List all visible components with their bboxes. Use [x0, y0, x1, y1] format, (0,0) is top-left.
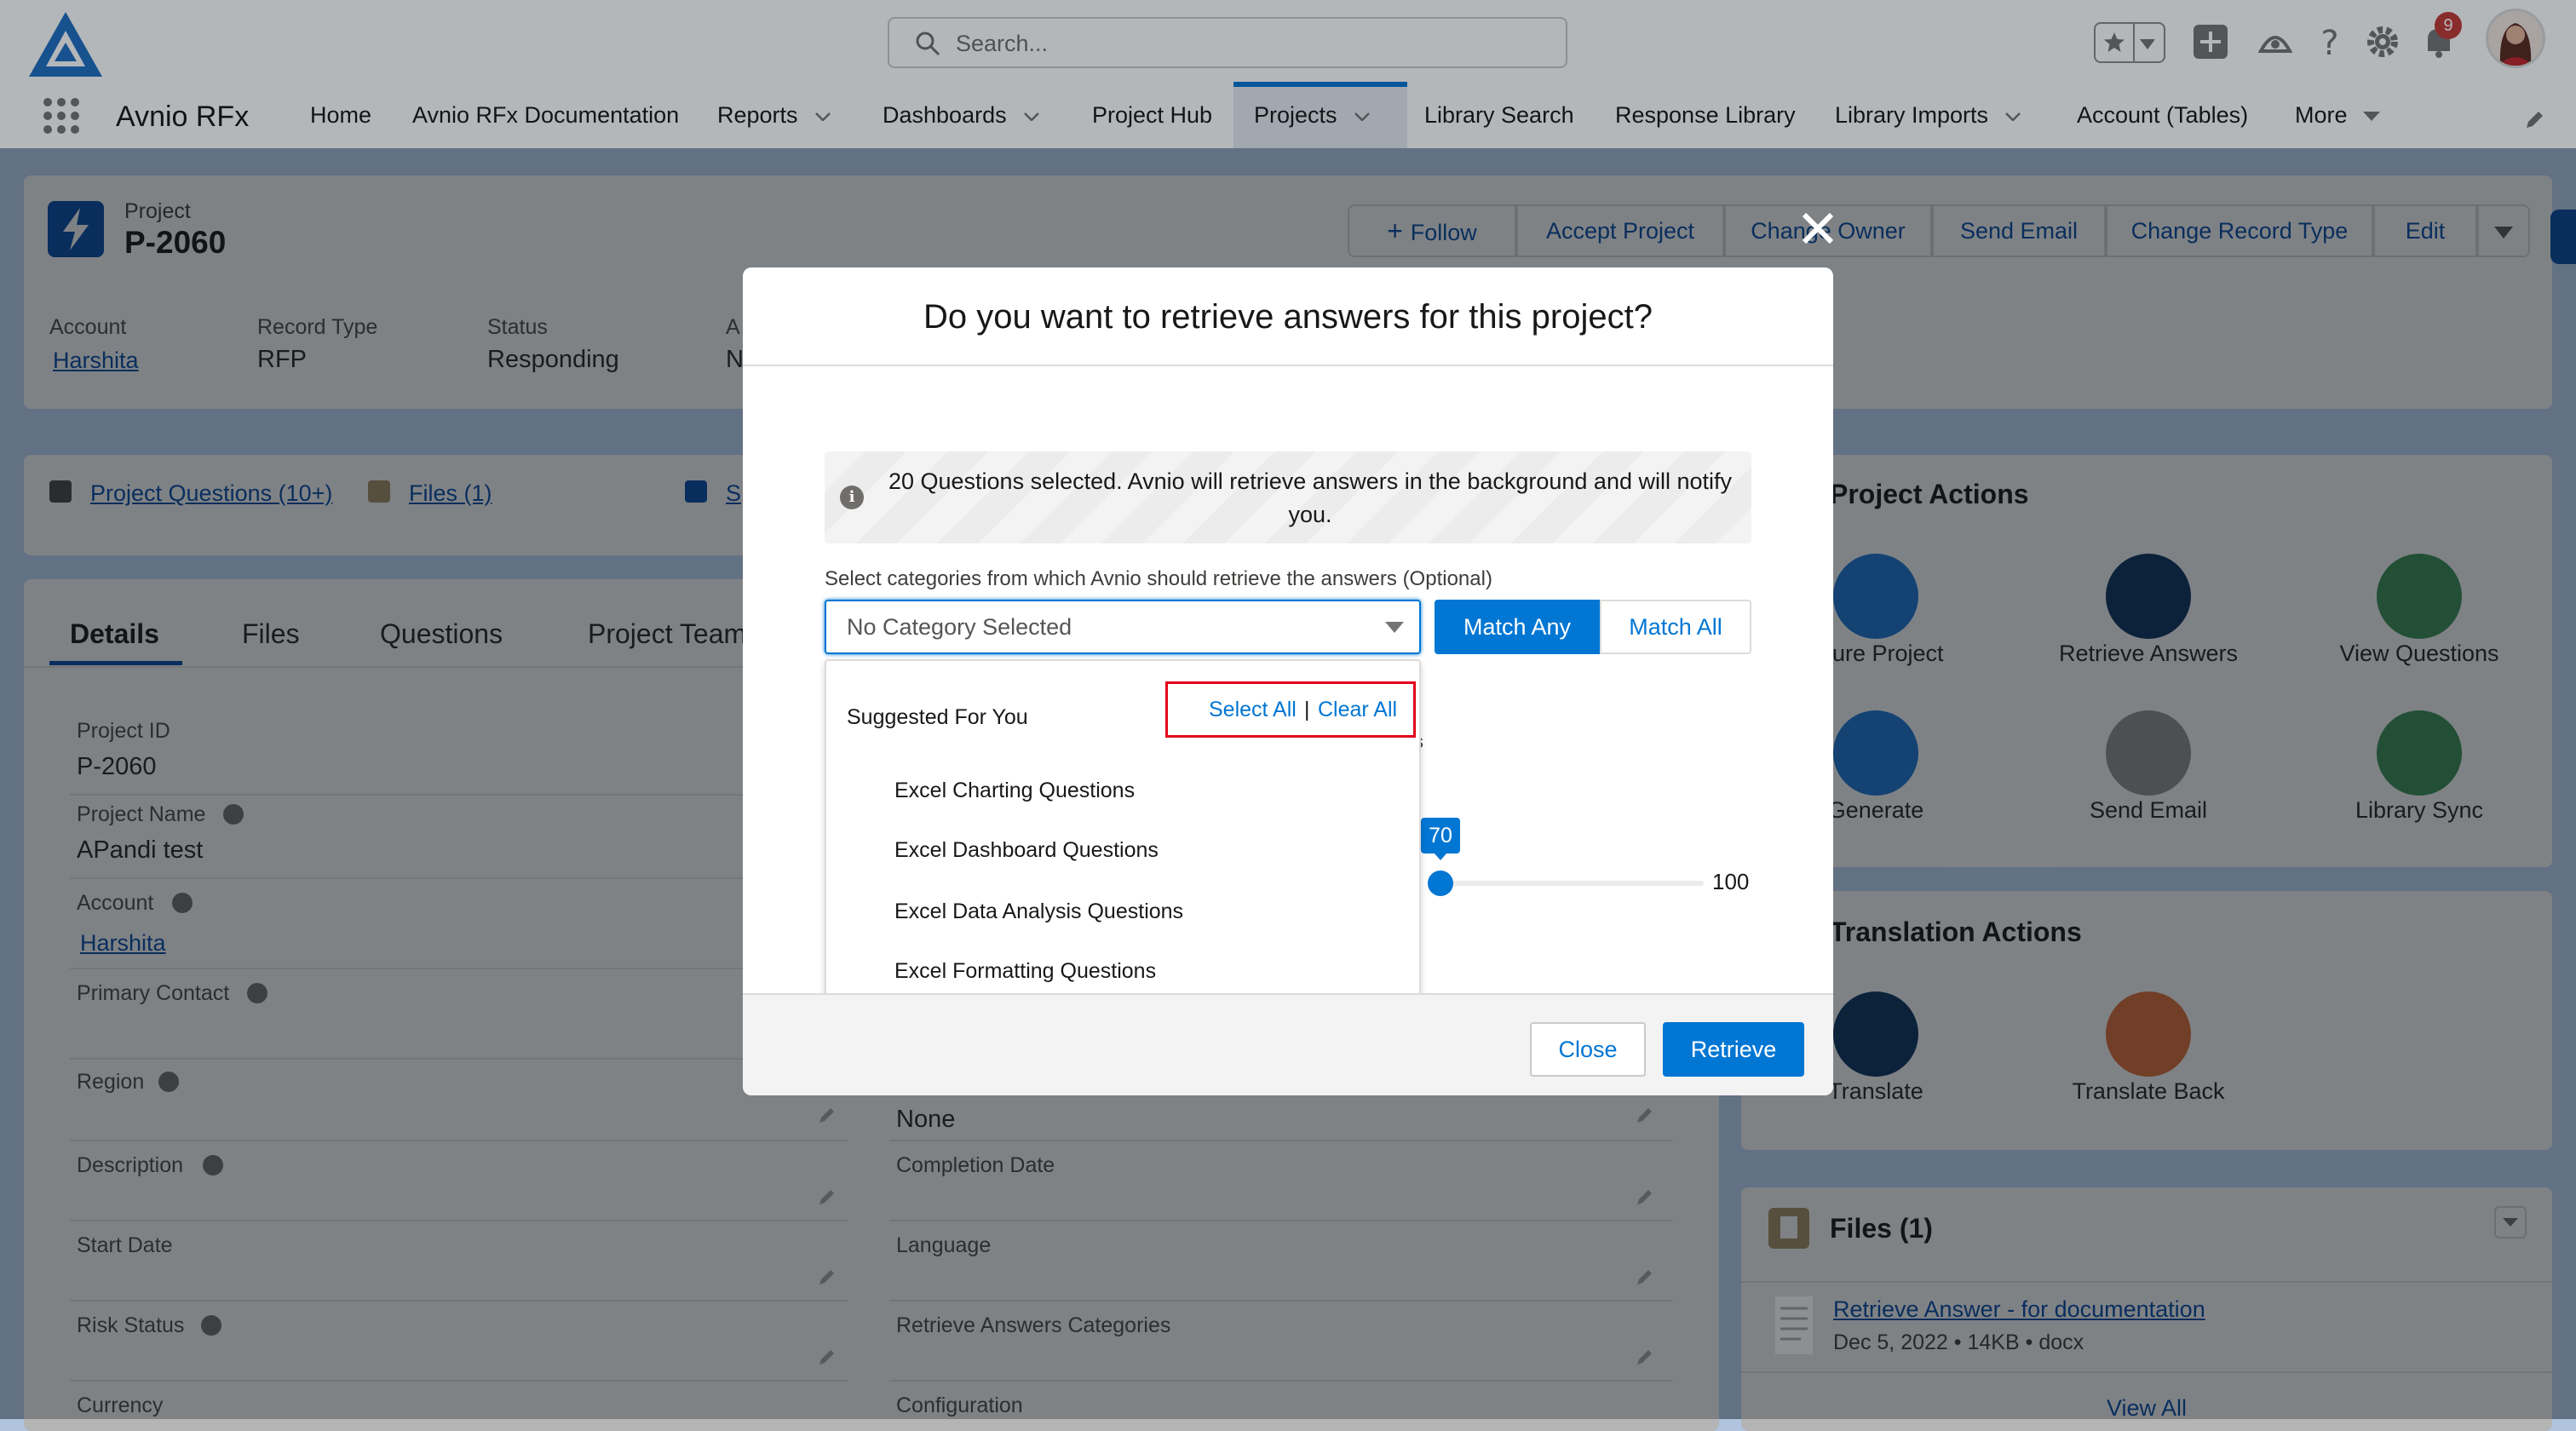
info-notice-text: 20 Questions selected. Avnio will retrie… — [888, 468, 1733, 527]
caret-down-icon[interactable] — [1385, 622, 1404, 633]
threshold-slider-thumb[interactable] — [1428, 871, 1453, 896]
match-any-button[interactable]: Match Any — [1435, 600, 1600, 654]
category-combobox[interactable]: No Category Selected — [825, 600, 1421, 654]
category-select-label: Select categories from which Avnio shoul… — [825, 567, 1492, 590]
category-option[interactable]: Excel Charting Questions — [894, 779, 1135, 803]
close-button[interactable]: Close — [1530, 1022, 1646, 1077]
combobox-value: No Category Selected — [847, 614, 1072, 640]
select-clear-highlight: Select All | Clear All — [1165, 681, 1416, 738]
category-option[interactable]: Excel Dashboard Questions — [894, 838, 1159, 863]
select-all-link[interactable]: Select All — [1209, 698, 1297, 722]
retrieve-answers-modal: Do you want to retrieve answers for this… — [743, 267, 1833, 1095]
info-icon: i — [840, 486, 864, 509]
threshold-slider-max: 100 — [1712, 869, 1750, 894]
info-notice: i 20 Questions selected. Avnio will retr… — [825, 451, 1751, 543]
category-dropdown-list: Suggested For You Select All | Clear All… — [825, 659, 1421, 998]
modal-title: Do you want to retrieve answers for this… — [923, 298, 1653, 336]
category-option[interactable]: Excel Formatting Questions — [894, 959, 1156, 984]
threshold-slider-value: 70 — [1421, 818, 1460, 860]
threshold-slider-track[interactable] — [1431, 881, 1704, 886]
clear-all-link[interactable]: Clear All — [1318, 698, 1397, 722]
modal-footer: Close Retrieve — [743, 993, 1833, 1095]
dropdown-group-heading: Suggested For You — [847, 705, 1028, 729]
retrieve-button[interactable]: Retrieve — [1663, 1022, 1804, 1077]
category-option[interactable]: Excel Data Analysis Questions — [894, 899, 1183, 924]
match-all-button[interactable]: Match All — [1600, 600, 1751, 654]
link-separator: | — [1304, 698, 1310, 721]
modal-close-icon[interactable] — [1799, 210, 1837, 247]
